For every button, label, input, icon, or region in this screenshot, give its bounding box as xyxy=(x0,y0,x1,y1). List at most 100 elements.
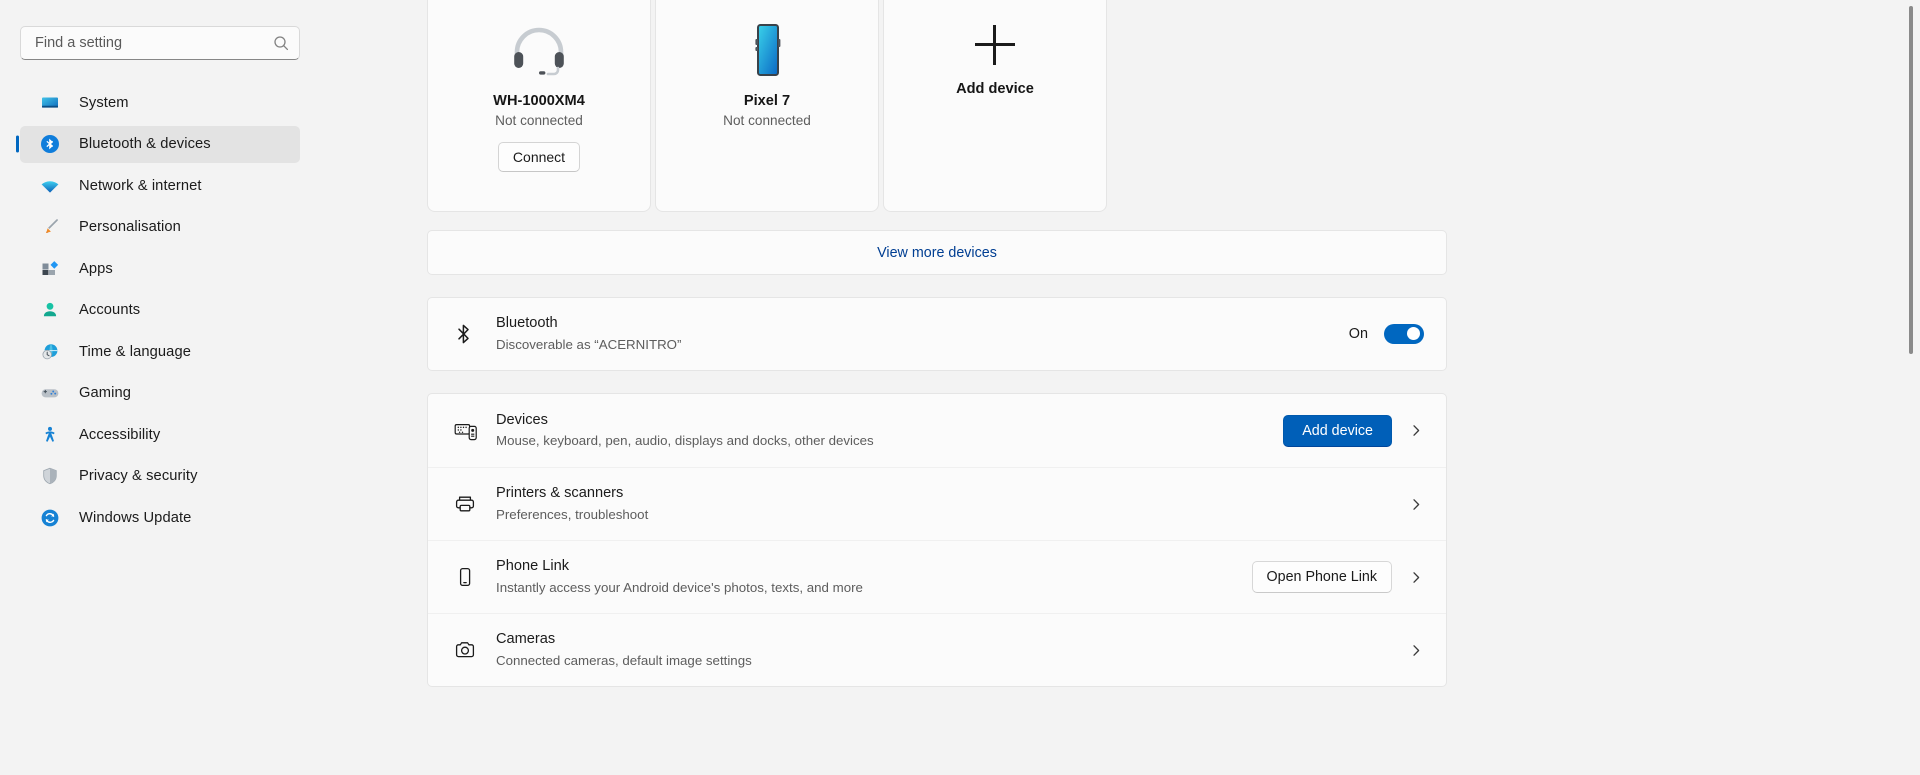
settings-row-actions: Add device xyxy=(1283,414,1424,447)
accessibility-icon xyxy=(39,424,60,445)
sidebar-item-time-language[interactable]: Time & language xyxy=(20,333,300,370)
wifi-icon xyxy=(39,175,60,196)
view-more-devices-panel[interactable]: View more devices xyxy=(427,230,1447,275)
bluetooth-row-text: Bluetooth Discoverable as “ACERNITRO” xyxy=(496,314,1349,354)
sidebar-item-privacy-security[interactable]: Privacy & security xyxy=(20,458,300,495)
camera-icon xyxy=(454,639,488,661)
device-card-headphones[interactable]: ⋯ WH-1000XM4 Not connected Connect xyxy=(427,0,651,212)
settings-row-actions xyxy=(1408,496,1424,512)
sidebar: System Bluetooth & devices xyxy=(0,0,320,775)
device-name: Pixel 7 xyxy=(743,93,791,109)
sidebar-item-label: Network & internet xyxy=(79,177,202,194)
sidebar-item-label: Gaming xyxy=(79,385,132,401)
search-box[interactable] xyxy=(20,26,300,60)
update-icon xyxy=(39,507,60,528)
chevron-right-icon[interactable] xyxy=(1408,569,1424,585)
bluetooth-row[interactable]: Bluetooth Discoverable as “ACERNITRO” On xyxy=(428,298,1446,370)
bluetooth-icon xyxy=(454,322,488,346)
sidebar-item-label: Accessibility xyxy=(79,426,161,443)
bluetooth-toggle-state: On xyxy=(1348,326,1368,342)
settings-window: System Bluetooth & devices xyxy=(0,0,1920,775)
sidebar-item-network-internet[interactable]: Network & internet xyxy=(20,167,300,204)
search-input[interactable] xyxy=(35,35,273,51)
add-device-card-label: Add device xyxy=(956,81,1034,97)
sidebar-item-bluetooth-devices[interactable]: Bluetooth & devices xyxy=(20,125,300,163)
settings-row-title: Phone Link xyxy=(496,558,570,575)
settings-row-text: Printers & scanners Preferences, trouble… xyxy=(496,484,1408,524)
add-device-card[interactable]: Add device xyxy=(883,0,1107,212)
apps-icon xyxy=(39,258,60,279)
settings-row-subtitle: Connected cameras, default image setting… xyxy=(496,652,752,668)
settings-row-title: Cameras xyxy=(496,631,556,648)
settings-row-devices[interactable]: Devices Mouse, keyboard, pen, audio, dis… xyxy=(428,394,1446,467)
chevron-right-icon[interactable] xyxy=(1408,423,1424,439)
sidebar-nav: System Bluetooth & devices Network & int… xyxy=(20,84,300,536)
settings-row-text: Devices Mouse, keyboard, pen, audio, dis… xyxy=(496,411,1283,451)
view-more-devices-link[interactable]: View more devices xyxy=(877,245,997,261)
sidebar-item-accessibility[interactable]: Accessibility xyxy=(20,416,300,453)
shield-icon xyxy=(39,466,60,487)
settings-row-actions xyxy=(1408,642,1424,658)
gamepad-icon xyxy=(39,383,60,404)
device-name: WH-1000XM4 xyxy=(493,93,585,109)
settings-row-text: Phone Link Instantly access your Android… xyxy=(496,557,1252,597)
sidebar-item-system[interactable]: System xyxy=(20,84,300,121)
sidebar-item-windows-update[interactable]: Windows Update xyxy=(20,499,300,536)
sidebar-item-personalisation[interactable]: Personalisation xyxy=(20,209,300,246)
open-phone-link-button[interactable]: Open Phone Link xyxy=(1251,561,1392,593)
bluetooth-subtitle: Discoverable as “ACERNITRO” xyxy=(496,336,682,352)
device-status: Not connected xyxy=(495,113,583,128)
sidebar-item-label: Privacy & security xyxy=(79,468,198,484)
chevron-right-icon[interactable] xyxy=(1408,642,1424,658)
sidebar-item-apps[interactable]: Apps xyxy=(20,250,300,287)
search-icon xyxy=(273,35,289,51)
settings-row-text: Cameras Connected cameras, default image… xyxy=(496,630,1408,670)
settings-list-panel: Devices Mouse, keyboard, pen, audio, dis… xyxy=(427,393,1447,687)
device-status: Not connected xyxy=(723,113,811,128)
globe-clock-icon xyxy=(39,341,60,362)
monitor-icon xyxy=(39,92,60,113)
sidebar-item-label: Accounts xyxy=(79,302,141,318)
devices-icon xyxy=(454,420,488,442)
settings-row-cameras[interactable]: Cameras Connected cameras, default image… xyxy=(428,613,1446,686)
toggle-knob xyxy=(1407,327,1420,340)
sidebar-item-label: Windows Update xyxy=(79,509,192,526)
sidebar-item-label: Time & language xyxy=(79,343,191,360)
sidebar-item-label: System xyxy=(79,94,129,111)
sidebar-item-accounts[interactable]: Accounts xyxy=(20,292,300,329)
connect-button[interactable]: Connect xyxy=(497,142,581,172)
vertical-scrollbar[interactable] xyxy=(1908,0,1914,775)
settings-row-subtitle: Mouse, keyboard, pen, audio, displays an… xyxy=(496,433,874,449)
device-card-phone[interactable]: ⋯ Pixel 7 Not connected xyxy=(655,0,879,212)
scrollbar-thumb[interactable] xyxy=(1909,6,1913,354)
bluetooth-toggle-group: On xyxy=(1349,324,1424,344)
headphones-icon xyxy=(511,23,567,79)
more-options-icon[interactable]: ⋯ xyxy=(845,0,864,7)
bluetooth-title: Bluetooth xyxy=(496,315,558,332)
bluetooth-icon xyxy=(39,134,60,155)
settings-row-title: Printers & scanners xyxy=(496,485,624,502)
paintbrush-icon xyxy=(39,217,60,238)
settings-row-phone-link[interactable]: Phone Link Instantly access your Android… xyxy=(428,540,1446,613)
sidebar-item-label: Bluetooth & devices xyxy=(79,136,211,152)
sidebar-item-gaming[interactable]: Gaming xyxy=(20,375,300,412)
person-icon xyxy=(39,300,60,321)
plus-icon xyxy=(975,25,1015,65)
printer-icon xyxy=(454,493,488,515)
settings-row-subtitle: Instantly access your Android device's p… xyxy=(496,579,863,595)
bluetooth-toggle[interactable] xyxy=(1384,324,1424,344)
more-options-icon[interactable]: ⋯ xyxy=(617,0,636,7)
phone-icon xyxy=(454,566,488,588)
settings-row-subtitle: Preferences, troubleshoot xyxy=(496,506,649,522)
add-device-button[interactable]: Add device xyxy=(1283,414,1392,447)
bluetooth-panel: Bluetooth Discoverable as “ACERNITRO” On xyxy=(427,297,1447,371)
sidebar-item-label: Apps xyxy=(79,260,113,277)
settings-row-title: Devices xyxy=(496,411,548,428)
main-content: ⋯ WH-1000XM4 Not connected Connect xyxy=(320,0,1920,775)
chevron-right-icon[interactable] xyxy=(1408,496,1424,512)
device-cards: ⋯ WH-1000XM4 Not connected Connect xyxy=(427,0,1447,212)
sidebar-item-label: Personalisation xyxy=(79,219,181,235)
settings-row-actions: Open Phone Link xyxy=(1251,561,1425,593)
settings-row-printers-scanners[interactable]: Printers & scanners Preferences, trouble… xyxy=(428,467,1446,540)
smartphone-icon xyxy=(750,23,784,79)
